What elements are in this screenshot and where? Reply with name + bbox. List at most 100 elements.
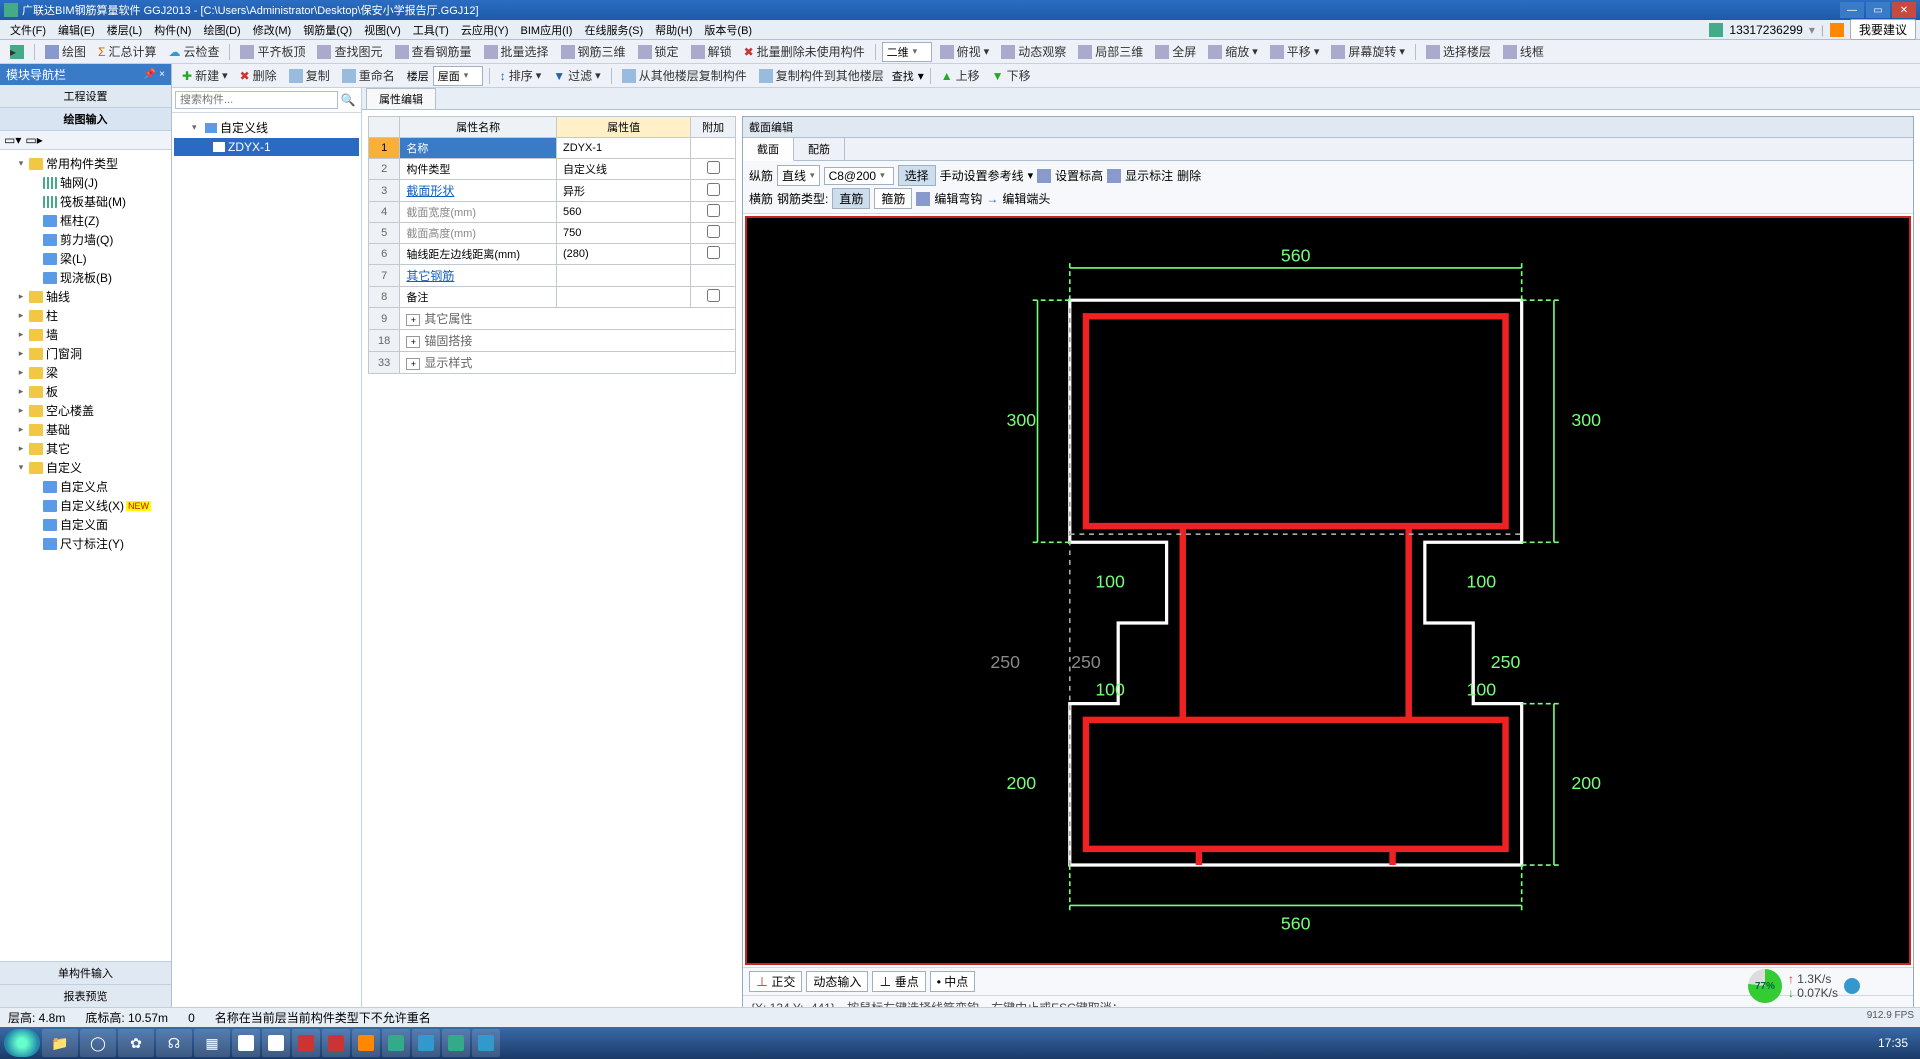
tb-batchdel[interactable]: ✖ 批量删除未使用构件 — [740, 41, 869, 62]
search-icon[interactable]: 🔍 — [338, 91, 358, 109]
r2-type-straight[interactable]: 直筋 — [832, 188, 870, 209]
foot-perp[interactable]: ⊥ 垂点 — [872, 971, 925, 992]
nav-expand-icon[interactable]: ▭▸ — [25, 133, 42, 147]
menu-draw[interactable]: 绘图(D) — [197, 20, 246, 40]
prop-row[interactable]: 1名称ZDYX-1 — [369, 138, 736, 159]
tb-explorer[interactable]: 📁 — [42, 1029, 78, 1057]
tree-node[interactable]: 剪力墙(Q) — [2, 230, 169, 249]
r2-type-stirrup[interactable]: 箍筋 — [874, 188, 912, 209]
btab-report[interactable]: 报表预览 — [0, 984, 171, 1007]
tb-align[interactable]: 平齐板顶 — [236, 41, 309, 62]
tb2-del[interactable]: ✖ 删除 — [236, 65, 281, 86]
tree-node[interactable]: 尺寸标注(Y) — [2, 534, 169, 553]
tree-node[interactable]: 框柱(Z) — [2, 211, 169, 230]
tb-select[interactable]: ▸ — [6, 43, 28, 61]
tb-zoom[interactable]: 缩放 ▾ — [1204, 41, 1262, 62]
tb-unlock[interactable]: 解锁 — [687, 41, 736, 62]
nav-collapse-icon[interactable]: ▭▾ — [4, 133, 21, 147]
prop-row[interactable]: 8备注 — [369, 287, 736, 308]
tb-lock[interactable]: 锁定 — [634, 41, 683, 62]
menu-view[interactable]: 视图(V) — [358, 20, 407, 40]
tree-node[interactable]: ▸板 — [2, 382, 169, 401]
perf-circle[interactable]: 77% — [1748, 969, 1782, 1003]
tb2-rename[interactable]: 重命名 — [338, 65, 399, 86]
tree-node[interactable]: 梁(L) — [2, 249, 169, 268]
tb-view-rebar[interactable]: 查看钢筋量 — [391, 41, 476, 62]
tb-item[interactable] — [322, 1029, 350, 1057]
menu-online[interactable]: 在线服务(S) — [578, 20, 649, 40]
menu-floor[interactable]: 楼层(L) — [101, 20, 148, 40]
tb-cloud[interactable]: ☁ 云检查 — [164, 41, 223, 62]
pin-icon[interactable]: 📌 × — [144, 69, 165, 80]
start-button[interactable] — [4, 1029, 40, 1057]
tray-time[interactable]: 17:35 — [1878, 1036, 1908, 1050]
menu-component[interactable]: 构件(N) — [148, 20, 197, 40]
r1-del[interactable]: 删除 — [1177, 167, 1201, 184]
foot-mid[interactable]: • 中点 — [930, 971, 976, 992]
tb-item[interactable] — [292, 1029, 320, 1057]
tb-item[interactable] — [412, 1029, 440, 1057]
tb2-up[interactable]: ▲ 上移 — [937, 65, 984, 86]
tb2-copyfrom[interactable]: 从其他楼层复制构件 — [618, 65, 751, 86]
section-canvas[interactable]: 560 560 300 — [745, 216, 1911, 965]
tb-sum[interactable]: Σ 汇总计算 — [94, 41, 160, 62]
minimize-button[interactable]: — — [1840, 2, 1864, 18]
r1-spec[interactable]: C8@200 — [824, 167, 894, 185]
tb-3d[interactable]: 钢筋三维 — [557, 41, 630, 62]
tree-node[interactable]: 筏板基础(M) — [2, 192, 169, 211]
suggest-button[interactable]: 我要建议 — [1850, 19, 1916, 40]
menu-file[interactable]: 文件(F) — [4, 20, 52, 40]
prop-row[interactable]: 18+锚固搭接 — [369, 330, 736, 352]
tree-node[interactable]: 自定义点 — [2, 477, 169, 496]
comp-item[interactable]: ZDYX-1 — [174, 138, 359, 156]
tree-node[interactable]: ▸其它 — [2, 439, 169, 458]
menu-modify[interactable]: 修改(M) — [247, 20, 298, 40]
tb-rotate[interactable]: 屏幕旋转 ▾ — [1327, 41, 1409, 62]
view-mode-combo[interactable]: 二维 — [882, 42, 932, 62]
r2-end[interactable]: 编辑端头 — [1002, 190, 1050, 207]
tb-app2[interactable]: ☊ — [156, 1029, 192, 1057]
prop-row[interactable]: 33+显示样式 — [369, 352, 736, 374]
tb-full[interactable]: 全屏 — [1151, 41, 1200, 62]
tb-item[interactable] — [352, 1029, 380, 1057]
prop-row[interactable]: 3截面形状异形 — [369, 180, 736, 202]
tree-node[interactable]: 自定义线(X)NEW — [2, 496, 169, 515]
nav-project[interactable]: 工程设置 — [0, 85, 171, 108]
menu-cloud[interactable]: 云应用(Y) — [455, 20, 515, 40]
tb2-filter[interactable]: ▼ 过滤 ▾ — [549, 65, 604, 86]
r2-bend[interactable]: 编辑弯钩 — [934, 190, 982, 207]
menu-bim[interactable]: BIM应用(I) — [515, 20, 579, 40]
prop-row[interactable]: 7其它钢筋 — [369, 265, 736, 287]
tb-orbit[interactable]: 动态观察 — [997, 41, 1070, 62]
tree-node[interactable]: ▾常用构件类型 — [2, 154, 169, 173]
tree-node[interactable]: ▸基础 — [2, 420, 169, 439]
close-button[interactable]: ✕ — [1892, 2, 1916, 18]
foot-ortho[interactable]: ⊥ 正交 — [749, 971, 802, 992]
menu-help[interactable]: 帮助(H) — [649, 20, 698, 40]
tree-node[interactable]: ▸空心楼盖 — [2, 401, 169, 420]
tb-item[interactable] — [262, 1029, 290, 1057]
menu-tool[interactable]: 工具(T) — [407, 20, 455, 40]
tb-app1[interactable]: ✿ — [118, 1029, 154, 1057]
prop-row[interactable]: 4截面宽度(mm)560 — [369, 202, 736, 223]
tb-pan[interactable]: 平移 ▾ — [1266, 41, 1324, 62]
comp-root[interactable]: ▾自定义线 — [174, 117, 359, 138]
tree-node[interactable]: ▸柱 — [2, 306, 169, 325]
tb-app3[interactable]: ▦ — [194, 1029, 230, 1057]
tb2-new[interactable]: ✚ 新建 ▾ — [178, 65, 232, 86]
prop-row[interactable]: 2构件类型自定义线 — [369, 159, 736, 180]
r1-select[interactable]: 选择 — [898, 165, 936, 186]
tree-node[interactable]: 轴网(J) — [2, 173, 169, 192]
tb-find[interactable]: 查找图元 — [313, 41, 386, 62]
menu-edit[interactable]: 编辑(E) — [52, 20, 101, 40]
floor-combo[interactable]: 屋面 — [433, 66, 483, 86]
tb-item[interactable] — [232, 1029, 260, 1057]
tb-selfloor[interactable]: 选择楼层 — [1422, 41, 1495, 62]
r1-setdim[interactable]: 设置标高 — [1055, 167, 1103, 184]
search-input[interactable] — [175, 91, 338, 109]
tb-chrome[interactable]: ◯ — [80, 1029, 116, 1057]
tb-local3d[interactable]: 局部三维 — [1074, 41, 1147, 62]
tree-node[interactable]: 现浇板(B) — [2, 268, 169, 287]
tb-wireframe[interactable]: 线框 — [1499, 41, 1548, 62]
tb2-copy[interactable]: 复制 — [285, 65, 334, 86]
